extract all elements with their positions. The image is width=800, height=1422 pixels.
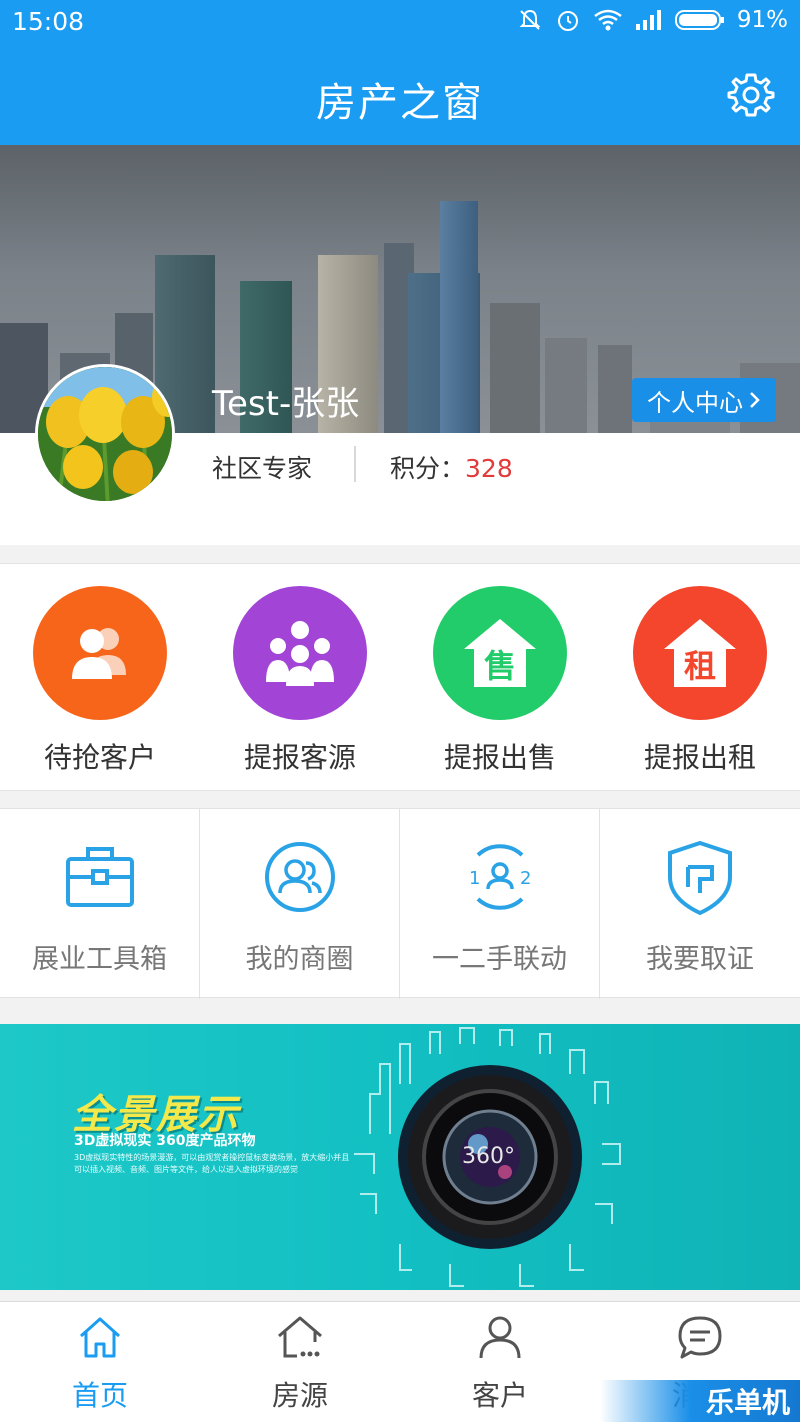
info-divider	[354, 446, 356, 482]
tool-toolbox[interactable]: 展业工具箱	[0, 809, 200, 999]
chevron-right-icon	[750, 392, 760, 408]
house-listing-icon	[278, 1316, 322, 1358]
alarm-icon	[557, 11, 578, 31]
gear-icon[interactable]	[726, 70, 776, 120]
personal-center-label: 个人中心	[647, 388, 743, 417]
tool-label: 我要取证	[646, 944, 754, 975]
house-sale-icon: 售	[433, 586, 567, 720]
nav-label: 房源	[271, 1379, 328, 1412]
battery-icon	[674, 10, 724, 30]
home-icon	[79, 1317, 121, 1358]
username: Test-张张	[212, 384, 360, 424]
shield-icon	[668, 840, 732, 916]
app-screen: 15:08 91% 房产之窗 Test-张张 个人中心 社区专家 积分：328 …	[0, 0, 800, 1422]
quick-action-report-rent[interactable]: 租 提报出租	[600, 586, 800, 776]
tool-linkage[interactable]: 1 2 一二手联动	[400, 809, 600, 999]
nav-label: 客户	[471, 1379, 528, 1412]
watermark-logo: 乐单机	[600, 1380, 800, 1422]
quick-actions: 待抢客户 提报客源 售 提报出售 租 提报出租	[0, 563, 800, 791]
user-points: 积分：328	[390, 449, 513, 485]
svg-text:租: 租	[684, 647, 716, 685]
quick-action-report-source[interactable]: 提报客源	[200, 586, 400, 776]
nav-listings[interactable]: 房源	[200, 1302, 400, 1422]
nav-home[interactable]: 首页	[0, 1302, 200, 1422]
promo-subtitle: 3D虚拟现实 360度产品环物	[74, 1133, 256, 1149]
tools-grid: 展业工具箱 我的商圈 1 2 一二手联动 我要取证	[0, 808, 800, 999]
page-title: 房产之窗	[316, 80, 484, 126]
linkage-icon: 1 2	[469, 844, 531, 910]
customers-icon	[33, 586, 167, 720]
status-time: 15:08	[12, 7, 85, 36]
points-label: 积分：	[390, 454, 466, 483]
quick-action-grab-customers[interactable]: 待抢客户	[0, 586, 200, 776]
battery-percent: 91%	[736, 7, 788, 33]
promo-description: 3D虚拟现实特性的场景漫游，可以由观赏者操控鼠标变换场景，放大缩小并且可以插入视…	[74, 1153, 350, 1174]
message-icon	[678, 1316, 722, 1359]
toolbox-icon	[65, 847, 134, 907]
promo-banner-panorama[interactable]: 全景展示 3D虚拟现实 360度产品环物 3D虚拟现实特性的场景漫游，可以由观赏…	[0, 1024, 800, 1290]
nav-label: 首页	[71, 1379, 128, 1412]
personal-center-button[interactable]: 个人中心	[632, 378, 776, 422]
points-value: 328	[465, 454, 513, 483]
title-bar: 房产之窗	[0, 46, 800, 145]
tool-label: 我的商圈	[245, 944, 354, 975]
quick-action-label: 提报出售	[443, 741, 556, 774]
svg-text:售: 售	[484, 647, 516, 685]
svg-text:1: 1	[469, 868, 480, 889]
status-bar: 15:08 91%	[0, 0, 800, 46]
tool-label: 一二手联动	[432, 944, 567, 975]
group-icon	[233, 586, 367, 720]
house-rent-icon: 租	[633, 586, 767, 720]
nav-customers[interactable]: 客户	[400, 1302, 600, 1422]
quick-action-label: 待抢客户	[43, 741, 156, 774]
quick-action-label: 提报出租	[643, 741, 756, 774]
quick-action-label: 提报客源	[243, 741, 356, 774]
avatar[interactable]	[35, 364, 175, 504]
tool-evidence[interactable]: 我要取证	[600, 809, 800, 999]
quick-action-report-sale[interactable]: 售 提报出售	[400, 586, 600, 776]
status-icons: 91%	[517, 7, 788, 33]
user-role: 社区专家	[212, 454, 313, 483]
mute-icon	[519, 9, 541, 30]
svg-text:2: 2	[520, 868, 531, 889]
wifi-icon	[594, 9, 622, 31]
tool-my-circle[interactable]: 我的商圈	[200, 809, 400, 999]
tool-label: 展业工具箱	[32, 944, 167, 975]
avatar-tulips-image	[38, 367, 172, 501]
signal-icon	[635, 10, 661, 30]
lens-text: 360°	[462, 1144, 515, 1169]
person-icon	[479, 1316, 521, 1359]
circle-users-icon	[264, 842, 335, 912]
